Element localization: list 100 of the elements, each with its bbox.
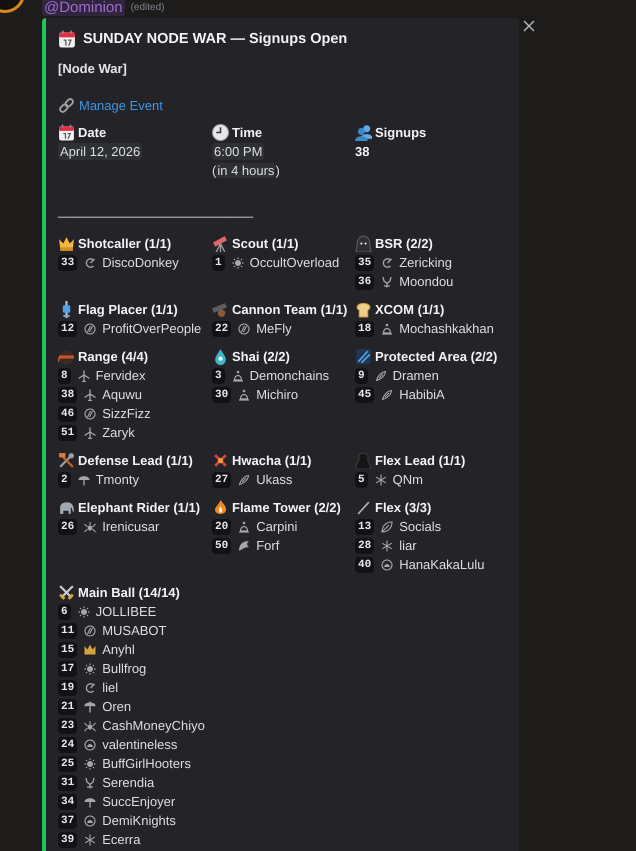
role-name: Protected Area (2/2)	[375, 348, 498, 364]
orb-icon	[381, 558, 394, 570]
event-type: [Node War]	[58, 60, 127, 78]
bell-icon	[238, 388, 250, 400]
slot-number: 28	[355, 538, 374, 554]
wing-icon	[238, 540, 250, 552]
member-name: Carpini	[256, 519, 298, 534]
member-name: Michiro	[256, 387, 298, 402]
slot-number: 15	[58, 642, 78, 658]
slot-number: 40	[355, 556, 374, 572]
role-name: Flex Lead (1/1)	[375, 452, 466, 468]
role-name: Range (4/4)	[78, 348, 148, 364]
droplet-icon	[212, 348, 229, 364]
member-name: Aquwu	[102, 387, 142, 402]
user-mention[interactable]: @Dominion	[42, 0, 125, 16]
slot-number: 3	[212, 368, 225, 384]
role-name: XCOM (1/1)	[375, 302, 444, 316]
snowflake-icon	[381, 540, 394, 552]
signup-count: 38	[355, 144, 370, 159]
close-button[interactable]	[523, 20, 535, 32]
slot-number: 22	[212, 320, 232, 336]
role-name: Elephant Rider (1/1)	[78, 500, 200, 514]
member-name: Ukass	[256, 472, 292, 487]
member-name: Dramen	[392, 368, 439, 383]
sun-icon	[232, 256, 244, 268]
slot-number: 31	[58, 774, 78, 790]
member-name: BuffGirlHooters	[102, 756, 191, 771]
member-name: Zaryk	[102, 425, 135, 440]
flaming-cross-icon	[212, 452, 229, 468]
slot-number: 35	[355, 254, 374, 270]
pickaxe-icon	[84, 700, 96, 712]
plane-icon	[84, 426, 96, 438]
spider-icon	[84, 720, 96, 732]
swirl-icon	[381, 256, 394, 268]
slashed-circle-icon	[84, 408, 96, 420]
member-name: Serendia	[102, 775, 154, 790]
slot-number: 13	[355, 518, 374, 534]
slot-number: 46	[58, 406, 78, 422]
calendar-icon	[58, 30, 76, 48]
swirl-icon	[84, 256, 96, 268]
plane-icon	[84, 388, 96, 400]
member-name: Tmonty	[96, 472, 139, 487]
slot-number: 1	[212, 254, 225, 270]
sun-icon	[78, 606, 90, 618]
snowflake-icon	[84, 834, 96, 846]
snowflake-icon	[374, 474, 387, 486]
member-name: Ecerra	[102, 832, 140, 847]
divider-text: ___________________________	[58, 202, 254, 220]
fork-icon	[381, 276, 394, 288]
feather-icon	[238, 474, 250, 486]
crown-icon	[84, 644, 96, 656]
link-icon	[58, 96, 75, 114]
member-name: Moondou	[399, 274, 454, 289]
hammer-and-wrench-icon	[58, 452, 75, 468]
close-icon	[523, 20, 535, 32]
slot-number: 30	[212, 386, 232, 402]
slot-number: 50	[212, 538, 232, 554]
member-name: SuccEnjoyer	[102, 794, 176, 809]
slot-number: 18	[355, 320, 374, 336]
hooded-figure-icon	[355, 234, 372, 252]
shield-icon	[355, 348, 372, 364]
role-name: Main Ball (14/14)	[78, 584, 180, 600]
plane-icon	[78, 370, 90, 382]
slot-number: 9	[355, 368, 368, 384]
slot-number: 12	[58, 320, 78, 336]
sun-icon	[84, 662, 96, 674]
timestamp: April 12, 2026	[58, 143, 142, 160]
slot-number: 25	[58, 756, 78, 772]
slot-number: 17	[58, 660, 78, 676]
slot-number: 37	[58, 812, 78, 828]
role-name: BSR (2/2)	[375, 236, 433, 250]
bell-icon	[238, 520, 250, 532]
silhouette-icon	[355, 452, 372, 468]
orb-icon	[84, 738, 96, 750]
slot-number: 38	[58, 386, 78, 402]
clock-icon	[212, 124, 229, 140]
member-name: MUSABOT	[102, 623, 166, 638]
slot-number: 39	[58, 832, 78, 848]
edited-label: (edited)	[130, 2, 164, 12]
slashed-circle-icon	[84, 322, 96, 334]
crown-icon	[58, 234, 75, 252]
sun-icon	[84, 758, 96, 770]
field-name: Time	[232, 124, 262, 140]
slot-number: 6	[58, 604, 71, 620]
member-name: MeFly	[256, 321, 292, 336]
crossed-swords-icon	[58, 584, 75, 600]
swirl-icon	[84, 682, 96, 694]
member-name: DemiKnights	[102, 813, 176, 828]
slot-number: 8	[58, 368, 71, 384]
member-name: Forf	[256, 538, 280, 553]
role-name: Flame Tower (2/2)	[232, 500, 341, 514]
member-name: SizzFizz	[102, 406, 151, 421]
member-name: Zericking	[399, 255, 452, 270]
manage-event-link[interactable]: Manage Event	[79, 98, 163, 112]
field-name: Date	[78, 124, 106, 140]
member-name: ProfitOverPeople	[102, 321, 202, 336]
member-name: Anyhl	[102, 642, 135, 657]
bell-icon	[232, 370, 244, 382]
slot-number: 20	[212, 518, 232, 534]
member-name: Mochashkakhan	[399, 321, 494, 336]
